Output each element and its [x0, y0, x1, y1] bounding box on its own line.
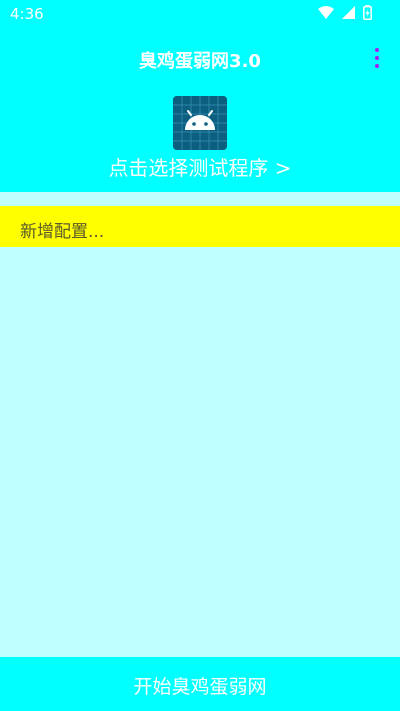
start-button[interactable]: 开始臭鸡蛋弱网: [0, 657, 400, 711]
status-icons: [318, 5, 372, 20]
app-title: 臭鸡蛋弱网3.0: [139, 51, 261, 72]
cell-signal-icon: [342, 6, 355, 19]
add-config-item[interactable]: 新增配置...: [0, 206, 400, 247]
more-vert-icon[interactable]: [372, 48, 382, 68]
wifi-icon: [318, 6, 334, 19]
status-bar: 4:36: [0, 0, 400, 28]
status-time: 4:36: [10, 5, 44, 23]
select-test-app-link[interactable]: 点击选择测试程序 >: [0, 152, 400, 181]
battery-icon: [363, 5, 372, 20]
header-panel: 4:36 臭鸡蛋弱网3.0 点击选择测试程序 >: [0, 0, 400, 192]
android-icon[interactable]: [173, 96, 227, 150]
add-config-label: 新增配置...: [20, 222, 105, 242]
start-button-label: 开始臭鸡蛋弱网: [133, 676, 267, 698]
